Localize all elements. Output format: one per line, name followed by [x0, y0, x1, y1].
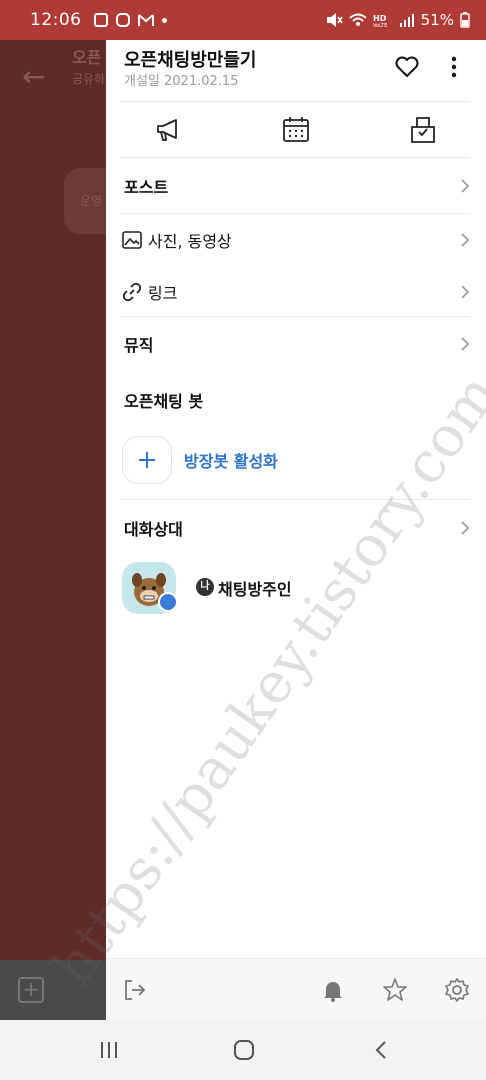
ballot-box-icon[interactable] — [408, 115, 438, 145]
menu-label: 사진, 동영상 — [148, 232, 232, 251]
plus-icon — [139, 452, 155, 468]
member-name[interactable]: 채팅방주인 — [218, 576, 292, 600]
drawer-footer — [106, 958, 486, 1020]
chat-title: 오픈 — [72, 48, 102, 67]
gmail-notification-icon — [137, 14, 154, 26]
members-header[interactable]: 대화상대 — [106, 502, 486, 554]
menu-photos-videos[interactable]: 사진, 동영상 — [106, 214, 486, 266]
room-owner-crown-icon — [158, 592, 178, 612]
more-options-icon[interactable] — [442, 54, 466, 80]
exit-icon[interactable] — [122, 977, 148, 1003]
divider — [120, 316, 470, 317]
instagram-notification-icon — [115, 13, 130, 27]
room-title: 오픈채팅방만들기 — [124, 50, 257, 71]
divider — [120, 157, 470, 158]
settings-icon[interactable] — [444, 977, 470, 1003]
section-title: 오픈채팅 봇 — [124, 392, 204, 411]
megaphone-icon[interactable] — [154, 115, 184, 145]
bot-section-header: 오픈채팅 봇 — [106, 374, 486, 426]
calendar-icon[interactable] — [281, 115, 311, 145]
menu-links[interactable]: 링크 — [106, 266, 486, 318]
chevron-right-icon — [461, 521, 470, 535]
menu-label: 포스트 — [124, 178, 169, 197]
back-arrow-icon[interactable]: ← — [22, 60, 45, 93]
gallery-notification-icon — [93, 13, 108, 27]
background-chat[interactable]: ← 오픈 공유하 운영 — [0, 40, 106, 960]
divider — [120, 499, 470, 500]
chevron-right-icon — [461, 337, 470, 351]
chevron-right-icon — [461, 285, 470, 299]
menu-posts[interactable]: 포스트 — [106, 160, 486, 212]
signal-icon — [399, 14, 414, 27]
drawer-header: 오픈채팅방만들기 개설일 2021.02.15 — [106, 40, 486, 102]
section-title: 대화상대 — [124, 520, 183, 539]
chat-subtitle: 공유하 — [72, 72, 106, 86]
wifi-icon — [348, 13, 367, 26]
hd-volte-icon: HDVoLTE — [373, 14, 387, 27]
chevron-right-icon — [461, 233, 470, 247]
bell-icon[interactable] — [320, 977, 346, 1003]
chatroom-drawer: 오픈채팅방만들기 개설일 2021.02.15 포스트 사진, 동영상 링크 뮤… — [106, 40, 486, 1020]
svg-text:HD: HD — [373, 14, 387, 23]
battery-percent: 51% — [420, 11, 454, 29]
status-bar: 12:06 HD VoLTE 51% — [0, 0, 486, 40]
menu-label: 뮤직 — [124, 336, 154, 355]
created-date: 개설일 2021.02.15 — [124, 74, 239, 89]
notice-bubble: 운영 — [64, 168, 106, 234]
home-icon[interactable] — [232, 1038, 256, 1062]
recent-apps-icon[interactable] — [97, 1038, 121, 1062]
svg-text:VoLTE: VoLTE — [373, 23, 387, 27]
activate-host-bot-link[interactable]: 방장봇 활성화 — [184, 448, 278, 472]
system-nav-bar — [0, 1020, 486, 1080]
more-notifications-dot — [161, 17, 167, 23]
status-time: 12:06 — [30, 10, 82, 30]
image-icon — [122, 231, 142, 249]
heart-icon[interactable] — [394, 54, 420, 80]
battery-icon — [460, 12, 470, 28]
back-icon[interactable] — [370, 1038, 394, 1062]
menu-label: 링크 — [148, 284, 178, 303]
link-icon — [122, 282, 142, 302]
me-badge: 나 — [196, 578, 214, 596]
chevron-right-icon — [461, 179, 470, 193]
feature-icon-row — [106, 102, 486, 158]
add-bot-button[interactable] — [122, 436, 172, 484]
star-icon[interactable] — [382, 977, 408, 1003]
mute-icon — [326, 13, 343, 27]
chat-input-bar: + — [0, 960, 106, 1020]
plus-icon[interactable]: + — [18, 977, 44, 1003]
menu-music[interactable]: 뮤직 — [106, 318, 486, 370]
